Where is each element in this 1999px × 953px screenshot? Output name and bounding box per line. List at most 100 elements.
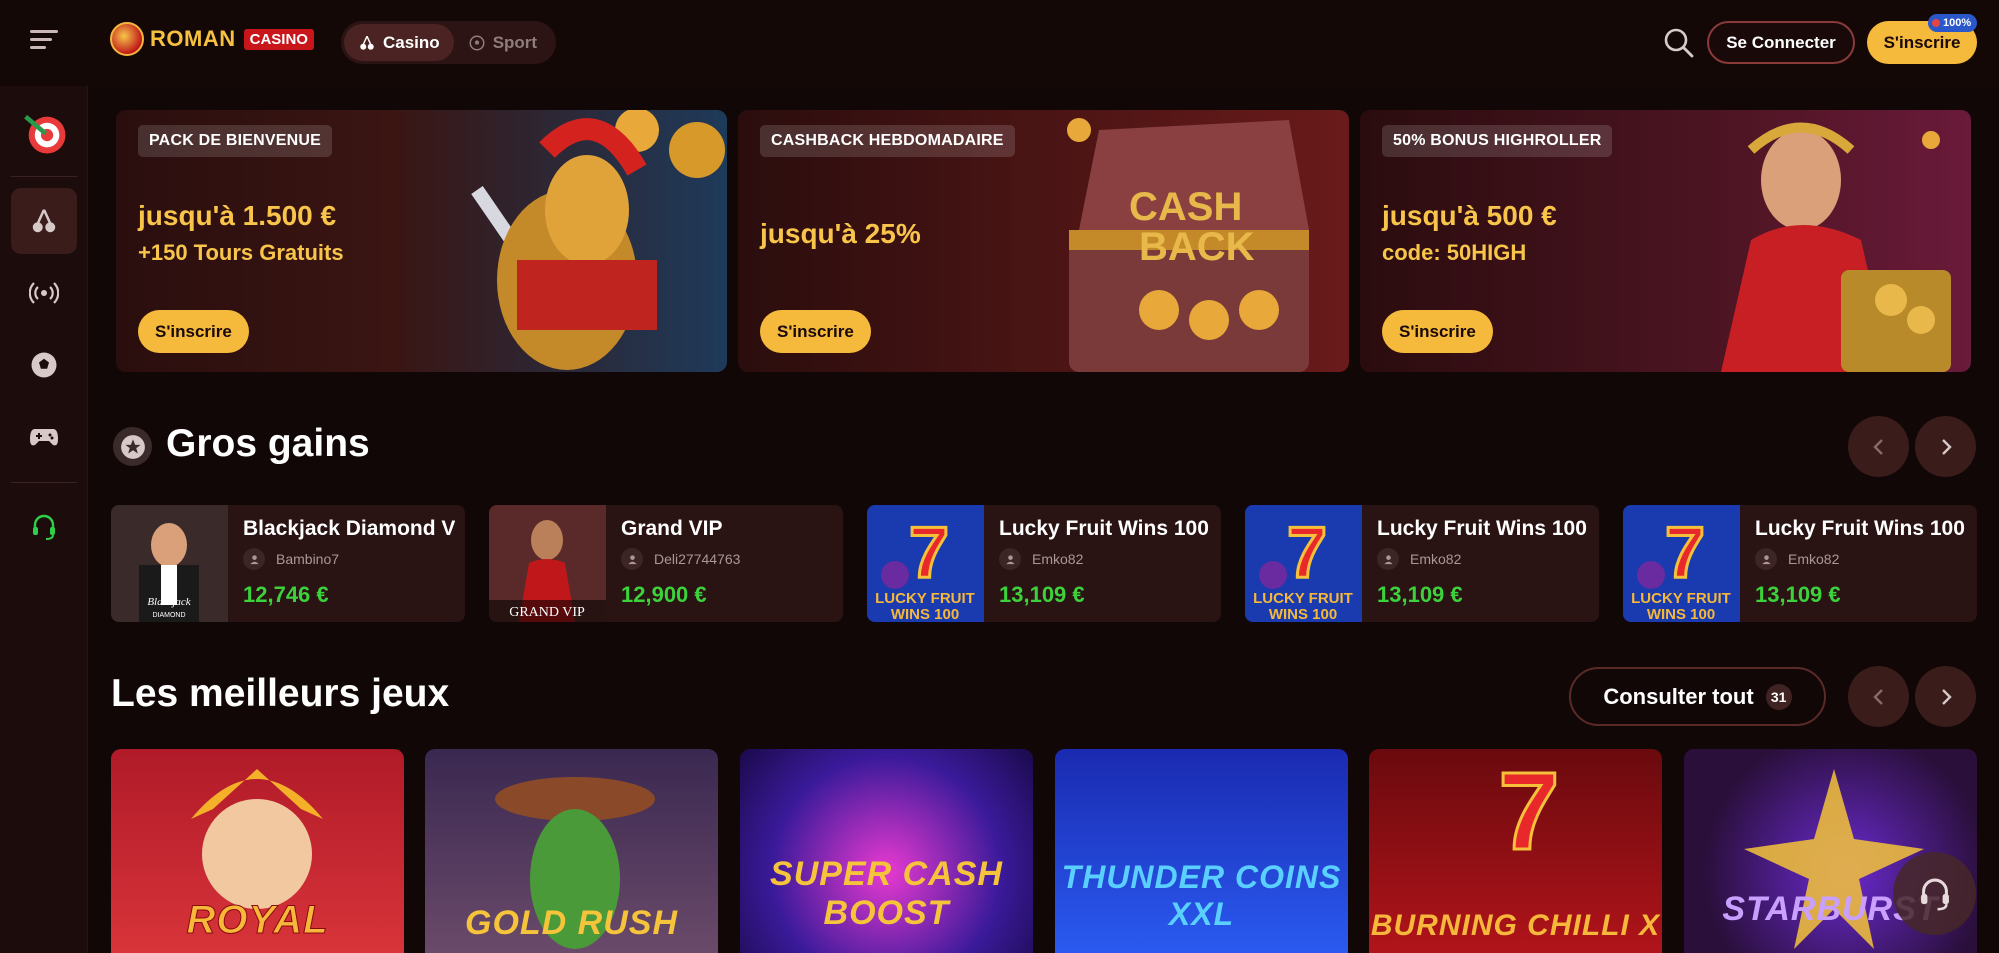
roman-helmet-icon (110, 22, 144, 56)
sidebar (0, 86, 88, 953)
login-button[interactable]: Se Connecter (1707, 21, 1855, 64)
win-amount: 12,900 € (621, 582, 707, 607)
svg-text:DIAMOND: DIAMOND (152, 612, 185, 619)
sidebar-item-live[interactable] (11, 260, 77, 326)
svg-text:BACK: BACK (1139, 225, 1255, 269)
treasure-chest-illustration: CASH BACK (1067, 118, 1309, 372)
game-title: GOLD RUSH (465, 904, 678, 942)
sidebar-item-sport[interactable] (11, 332, 77, 398)
chevron-right-icon (1941, 438, 1952, 455)
live-broadcast-icon (29, 282, 59, 304)
game-tile[interactable]: SUPER CASH BOOST (740, 749, 1033, 953)
sidebar-item-games[interactable] (11, 404, 77, 470)
game-tile[interactable]: THUNDER COINS XXL (1055, 749, 1348, 953)
big-wins-prev-button[interactable] (1848, 416, 1909, 477)
view-all-count: 31 (1765, 683, 1792, 710)
cherries-icon (32, 209, 56, 233)
soccer-ball-icon (31, 352, 57, 378)
tab-sport-label: Sport (492, 32, 538, 52)
logo-casino-text: CASINO (243, 28, 314, 50)
menu-icon[interactable] (30, 30, 58, 54)
big-wins-title: Gros gains (166, 422, 370, 465)
sidebar-item-support[interactable] (11, 494, 77, 560)
logo[interactable]: ROMAN CASINO (110, 20, 314, 58)
svg-text:WINS 100: WINS 100 (891, 606, 959, 622)
user-icon (1377, 548, 1399, 570)
banner-signup-button[interactable]: S'inscrire (138, 310, 249, 353)
win-username: Bambino7 (276, 551, 340, 567)
gamepad-icon (30, 429, 58, 446)
big-win-card[interactable]: 7 LUCKY FRUIT WINS 100 Lucky Fruit Wins … (867, 505, 1221, 622)
banner-signup-button[interactable]: S'inscrire (760, 310, 871, 353)
win-user: Emko82 (1377, 548, 1461, 570)
sidebar-item-casino[interactable] (11, 188, 77, 254)
big-win-card[interactable]: Blackjack DIAMOND Blackjack Diamond VIP … (111, 505, 465, 622)
sidebar-divider (11, 176, 77, 177)
win-game-name: Lucky Fruit Wins 100 (999, 517, 1209, 540)
headset-icon (33, 514, 55, 540)
banner-tag: CASHBACK HEBDOMADAIRE (760, 125, 1015, 157)
dart-target-icon (24, 114, 66, 154)
banner-headline: jusqu'à 25% (760, 218, 921, 249)
big-win-card[interactable]: 7 LUCKY FRUIT WINS 100 Lucky Fruit Wins … (1623, 505, 1977, 622)
tab-casino[interactable]: Casino (344, 24, 454, 61)
svg-text:LUCKY FRUIT: LUCKY FRUIT (875, 590, 975, 607)
sidebar-item-darts[interactable] (11, 99, 77, 165)
game-title: ROYAL (186, 898, 329, 943)
win-user: Deli27744763 (621, 548, 740, 570)
banner-signup-button[interactable]: S'inscrire (1382, 310, 1493, 353)
banner-highroller[interactable]: 50% BONUS HIGHROLLER jusqu'à 500 € code:… (1360, 110, 1971, 372)
user-icon (243, 548, 265, 570)
big-win-card[interactable]: GRAND VIP Grand VIP Deli27744763 12,900 … (489, 505, 843, 622)
banner-subline: +150 Tours Gratuits (138, 240, 344, 265)
banner-cashback[interactable]: CASH BACK CASHBACK HEBDOMADAIRE jusqu'à … (738, 110, 1349, 372)
win-game-name: Blackjack Diamond VIP (243, 517, 455, 540)
tab-sport[interactable]: Sport (454, 24, 551, 61)
tab-casino-label: Casino (383, 32, 440, 52)
top-bar: ROMAN CASINO Casino Sport Se Connecter S… (0, 0, 1999, 86)
emperor-illustration (1721, 122, 1951, 372)
win-amount: 13,109 € (1755, 582, 1841, 607)
live-support-button[interactable] (1893, 852, 1976, 935)
game-tile[interactable]: GOLD RUSH (425, 749, 718, 953)
mode-switch: Casino Sport (341, 21, 556, 64)
user-icon (1755, 548, 1777, 570)
game-tile[interactable]: ROYAL (111, 749, 404, 953)
best-games-next-button[interactable] (1915, 666, 1976, 727)
view-all-label: Consulter tout (1603, 683, 1754, 709)
win-user: Bambino7 (243, 548, 339, 570)
banner-tag: 50% BONUS HIGHROLLER (1382, 125, 1613, 157)
svg-text:GRAND VIP: GRAND VIP (509, 605, 585, 620)
win-game-name: Grand VIP (621, 517, 723, 540)
signup-bonus-badge: 100% (1928, 14, 1978, 32)
chevron-left-icon (1872, 688, 1883, 705)
win-username: Deli27744763 (654, 551, 741, 567)
big-wins-next-button[interactable] (1915, 416, 1976, 477)
best-games-prev-button[interactable] (1848, 666, 1909, 727)
banner-headline: jusqu'à 1.500 € (138, 200, 337, 231)
win-game-name: Lucky Fruit Wins 100 (1755, 517, 1965, 540)
gladiator-illustration (471, 110, 725, 370)
win-user: Emko82 (999, 548, 1083, 570)
game-title: SUPER CASH BOOST (770, 855, 1003, 932)
banner-headline: jusqu'à 500 € (1382, 200, 1557, 231)
view-all-button[interactable]: Consulter tout 31 (1569, 667, 1826, 726)
game-thumbnail: 7 LUCKY FRUIT WINS 100 (1623, 505, 1740, 622)
star-icon (113, 427, 152, 466)
svg-text:LUCKY FRUIT: LUCKY FRUIT (1631, 590, 1731, 607)
game-title: THUNDER COINS XXL (1061, 859, 1342, 932)
svg-text:WINS 100: WINS 100 (1647, 606, 1715, 622)
game-thumbnail: Blackjack DIAMOND (111, 505, 228, 622)
svg-text:WINS 100: WINS 100 (1269, 606, 1337, 622)
svg-text:7: 7 (1498, 750, 1559, 873)
big-win-card[interactable]: 7 LUCKY FRUIT WINS 100 Lucky Fruit Wins … (1245, 505, 1599, 622)
game-thumbnail: 7 LUCKY FRUIT WINS 100 (867, 505, 984, 622)
game-tile[interactable]: 7 BURNING CHILLI X (1369, 749, 1662, 953)
svg-text:CASH: CASH (1129, 185, 1242, 229)
win-amount: 12,746 € (243, 582, 329, 607)
search-icon[interactable] (1663, 27, 1695, 59)
user-icon (621, 548, 643, 570)
soccer-ball-icon (469, 35, 485, 50)
game-thumbnail: 7 LUCKY FRUIT WINS 100 (1245, 505, 1362, 622)
banner-welcome[interactable]: PACK DE BIENVENUE jusqu'à 1.500 € +150 T… (116, 110, 727, 372)
